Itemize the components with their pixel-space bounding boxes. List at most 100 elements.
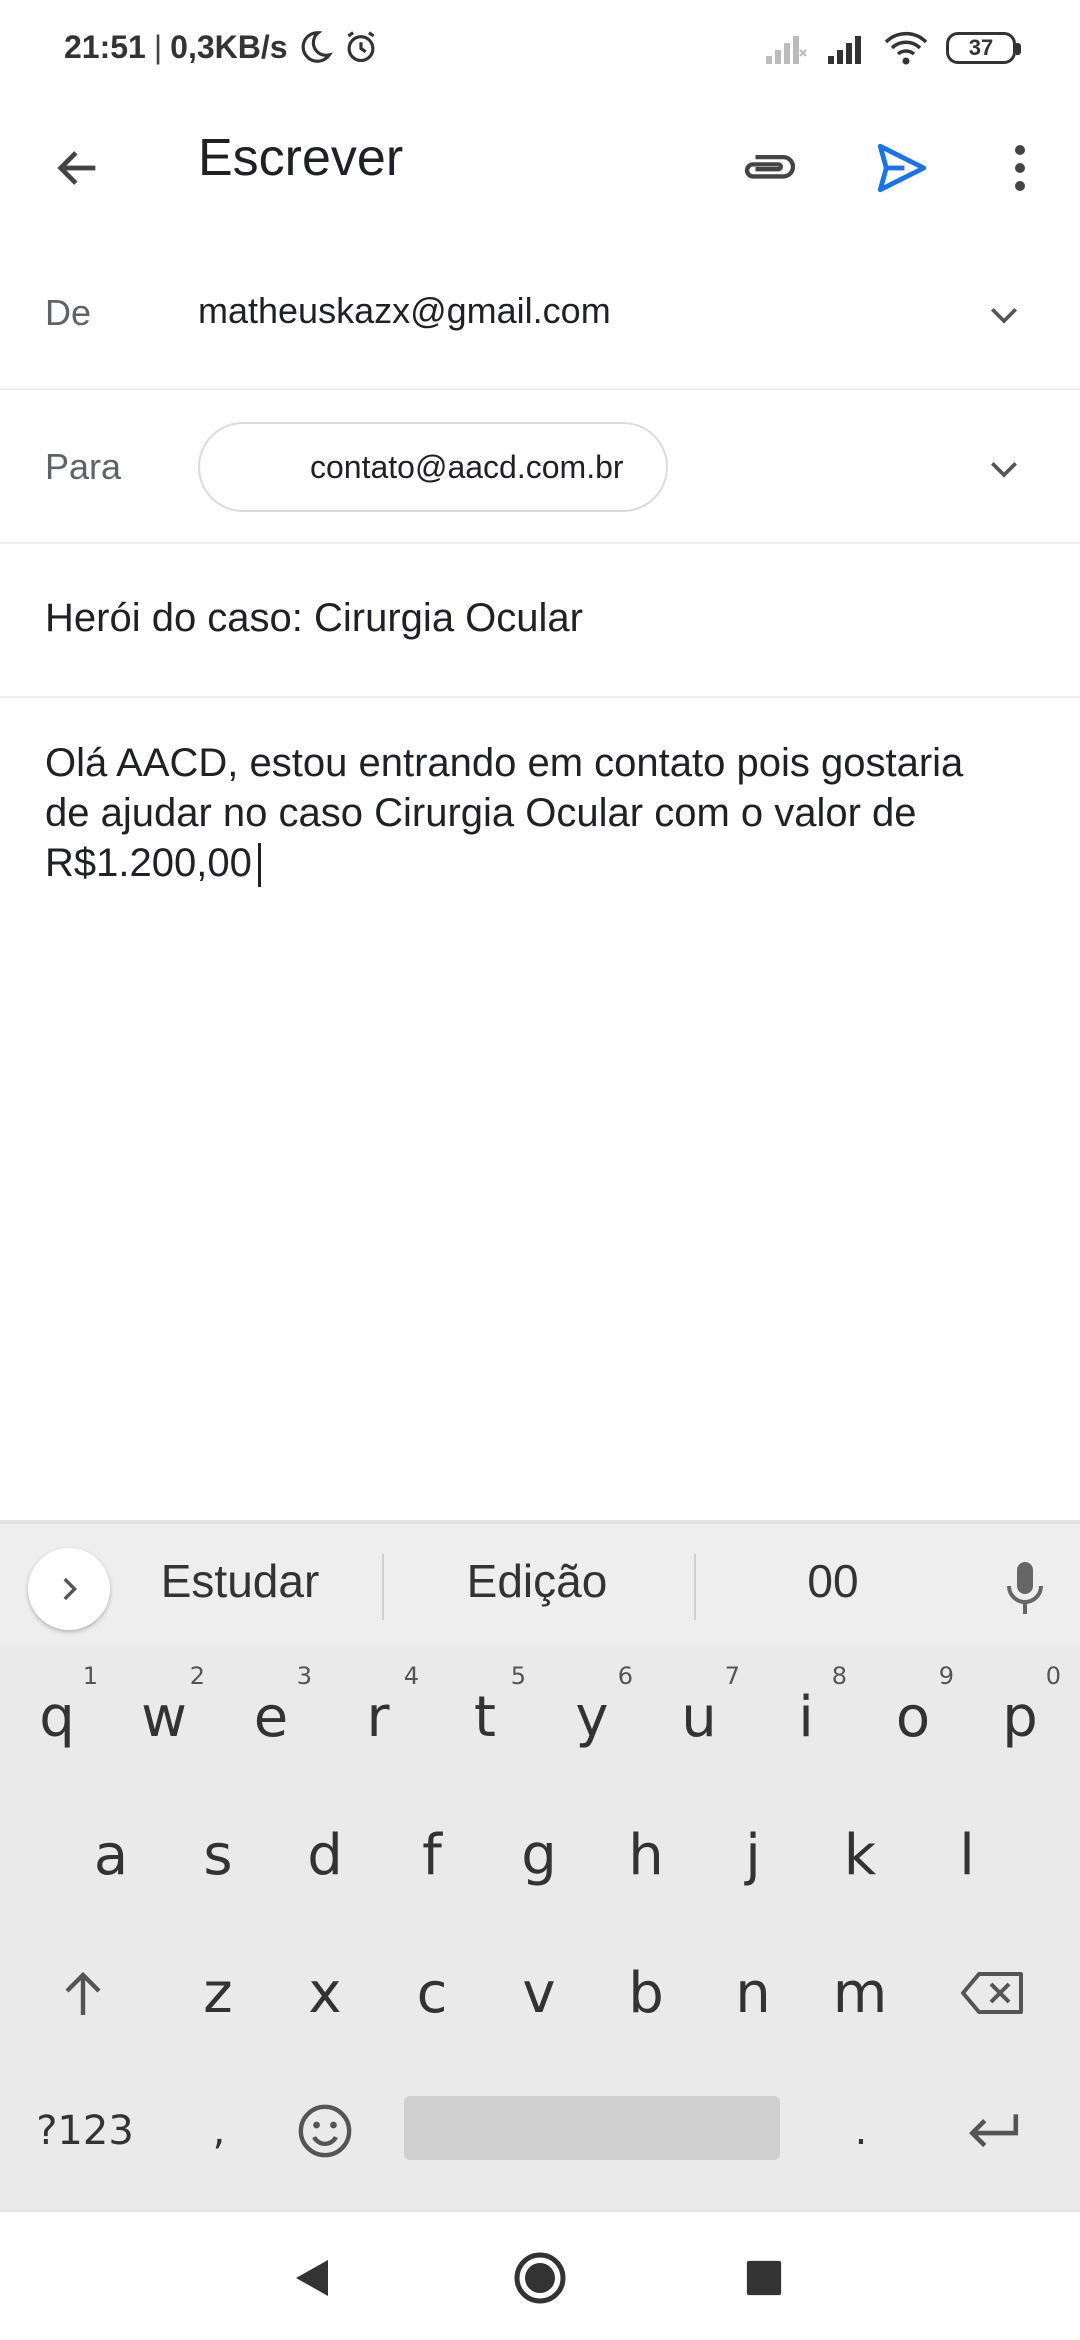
status-bar: 21:51 | 0,3KB/s 37	[0, 0, 1080, 100]
subject-field[interactable]: Herói do caso: Cirurgia Ocular	[45, 596, 583, 641]
key-z[interactable]: z	[165, 1924, 271, 2062]
key-g[interactable]: g	[486, 1786, 592, 1924]
key-b[interactable]: b	[593, 1924, 699, 2062]
body-line: Olá AACD, estou entrando em contato pois…	[45, 741, 964, 785]
send-button[interactable]	[862, 130, 942, 206]
nav-recents-button[interactable]	[724, 2238, 804, 2318]
enter-icon	[969, 2114, 1019, 2148]
key-label: p	[1002, 1684, 1038, 1750]
period-key[interactable]: .	[808, 2062, 914, 2200]
symbols-key[interactable]: ?123	[32, 2062, 138, 2200]
attach-button[interactable]	[730, 130, 810, 206]
to-expand-button[interactable]	[972, 438, 1036, 502]
key-f[interactable]: f	[379, 1786, 485, 1924]
key-hint: 9	[938, 1662, 954, 1690]
key-p[interactable]: p0	[967, 1648, 1073, 1786]
shift-key[interactable]	[30, 1924, 136, 2062]
status-separator: |	[153, 28, 163, 65]
to-label: Para	[45, 446, 122, 487]
key-d[interactable]: d	[272, 1786, 378, 1924]
key-hint: 0	[1045, 1662, 1061, 1690]
nav-back-button[interactable]	[272, 2238, 352, 2318]
comma-key[interactable]: ,	[166, 2062, 272, 2200]
suggestion-1[interactable]: Estudar	[115, 1554, 365, 1608]
from-row: De matheuskazx@gmail.com	[0, 236, 1080, 390]
more-options-button[interactable]	[980, 130, 1060, 206]
key-j[interactable]: j	[700, 1786, 806, 1924]
from-field[interactable]: matheuskazx@gmail.com	[198, 290, 611, 332]
key-a[interactable]: a	[58, 1786, 164, 1924]
key-v[interactable]: v	[486, 1924, 592, 2062]
moon-icon	[301, 31, 333, 63]
key-label: y	[575, 1684, 609, 1750]
key-label: w	[141, 1684, 187, 1750]
key-x[interactable]: x	[272, 1924, 378, 2062]
key-l[interactable]: l	[914, 1786, 1020, 1924]
key-hint: 4	[403, 1662, 419, 1690]
key-c[interactable]: c	[379, 1924, 485, 2062]
key-hint: 6	[617, 1662, 633, 1690]
send-icon	[877, 143, 927, 193]
key-o[interactable]: o9	[860, 1648, 966, 1786]
key-r[interactable]: r4	[325, 1648, 431, 1786]
wifi-icon	[884, 31, 928, 65]
space-key[interactable]	[404, 2096, 780, 2160]
key-y[interactable]: y6	[539, 1648, 645, 1786]
backspace-icon	[961, 1972, 1023, 2014]
shift-arrow-icon	[65, 1971, 101, 2015]
enter-key[interactable]	[940, 2062, 1046, 2200]
body-line-last: R$1.200,00	[45, 838, 1045, 888]
key-label: i	[798, 1684, 814, 1750]
emoji-icon	[298, 2104, 352, 2158]
keyboard-menu-button[interactable]	[28, 1548, 110, 1630]
key-label: e	[253, 1684, 289, 1750]
nav-recents-icon	[746, 2260, 782, 2296]
emoji-key[interactable]	[272, 2062, 378, 2200]
chevron-right-icon	[63, 1577, 78, 1601]
from-expand-button[interactable]	[972, 284, 1036, 348]
body-field[interactable]: Olá AACD, estou entrando em contato pois…	[45, 738, 1045, 888]
chevron-down-icon	[991, 462, 1017, 478]
suggestion-3[interactable]: 00	[708, 1554, 958, 1608]
key-u[interactable]: u7	[646, 1648, 752, 1786]
nav-back-icon	[296, 2260, 328, 2296]
recipient-chip[interactable]: contato@aacd.com.br	[198, 422, 668, 512]
subject-row: Herói do caso: Cirurgia Ocular	[0, 544, 1080, 698]
battery-level: 37	[968, 35, 994, 60]
key-w[interactable]: w2	[111, 1648, 217, 1786]
more-vert-icon	[1015, 145, 1025, 191]
key-row-4: ?123 , .	[0, 2062, 1080, 2200]
key-q[interactable]: q1	[4, 1648, 110, 1786]
key-s[interactable]: s	[165, 1786, 271, 1924]
key-n[interactable]: n	[700, 1924, 806, 2062]
key-k[interactable]: k	[807, 1786, 913, 1924]
backspace-key[interactable]	[940, 1924, 1046, 2062]
signal-off-icon	[766, 36, 807, 64]
mic-icon	[1007, 1562, 1043, 1614]
suggestion-2[interactable]: Edição	[412, 1554, 662, 1608]
nav-home-button[interactable]	[500, 2238, 580, 2318]
suggestion-bar: Estudar Edição 00	[0, 1520, 1080, 1645]
key-e[interactable]: e3	[218, 1648, 324, 1786]
key-row-2: a s d f g h j k l	[0, 1786, 1080, 1924]
recipient-chip-label: contato@aacd.com.br	[310, 448, 624, 485]
keyboard: Estudar Edição 00 q1 w2 e3 r4 t5 y6 u7 i…	[0, 1520, 1080, 2210]
key-row-1: q1 w2 e3 r4 t5 y6 u7 i8 o9 p0	[0, 1648, 1080, 1786]
key-t[interactable]: t5	[432, 1648, 538, 1786]
nav-home-icon	[514, 2252, 566, 2304]
voice-input-button[interactable]	[990, 1550, 1060, 1626]
key-hint: 7	[724, 1662, 740, 1690]
key-m[interactable]: m	[807, 1924, 913, 2062]
key-hint: 2	[189, 1662, 205, 1690]
page-title: Escrever	[198, 129, 404, 187]
paperclip-icon	[744, 154, 796, 179]
key-h[interactable]: h	[593, 1786, 699, 1924]
text-caret	[257, 843, 261, 888]
back-button[interactable]	[40, 130, 116, 206]
key-i[interactable]: i8	[753, 1648, 859, 1786]
system-nav-bar	[0, 2210, 1080, 2340]
key-hint: 8	[831, 1662, 847, 1690]
key-label: o	[895, 1684, 931, 1750]
body-line: R$1.200,00	[45, 841, 252, 885]
from-label: De	[45, 292, 92, 333]
